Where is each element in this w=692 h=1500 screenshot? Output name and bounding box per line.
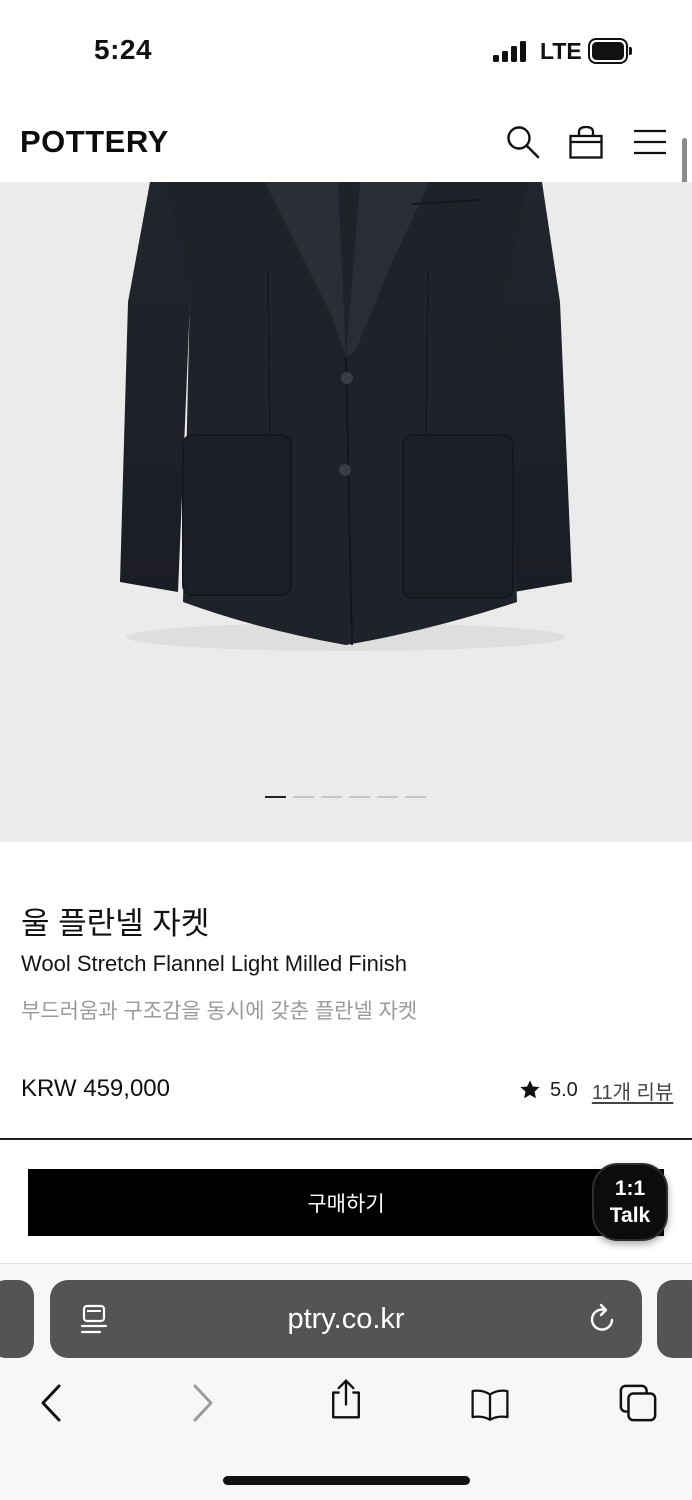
browser-toolbar: ptry.co.kr — [0, 1263, 692, 1500]
back-icon[interactable] — [32, 1382, 72, 1424]
reload-icon[interactable] — [588, 1303, 618, 1335]
forward-icon[interactable] — [182, 1382, 222, 1424]
network-type: LTE — [540, 38, 582, 64]
rating: 5.0 11개 리뷰 — [519, 1076, 674, 1105]
talk-chat-button[interactable]: 1:1 Talk — [592, 1163, 668, 1241]
bookmarks-icon[interactable] — [470, 1384, 510, 1426]
status-time: 5:24 — [94, 34, 153, 65]
product-image[interactable] — [0, 182, 692, 842]
product-title: 울 플란넬 자켓 — [21, 906, 210, 941]
talk-label-line2: Talk — [609, 1204, 651, 1227]
jacket-illustration — [120, 182, 572, 651]
logo[interactable]: POTTERY — [20, 124, 169, 160]
address-bar[interactable]: ptry.co.kr — [50, 1280, 642, 1358]
carousel-dot[interactable] — [293, 796, 314, 798]
site-header: POTTERY — [0, 100, 692, 182]
carousel-dot[interactable] — [377, 796, 398, 798]
product-price: KRW 459,000 — [21, 1075, 170, 1102]
battery-icon — [588, 38, 632, 64]
buy-button[interactable]: 구매하기 — [28, 1169, 664, 1236]
url-text[interactable]: ptry.co.kr — [50, 1280, 642, 1358]
menu-icon[interactable] — [632, 124, 668, 160]
review-link[interactable]: 11개 리뷰 — [592, 1076, 674, 1105]
status-bar: 5:24 LTE — [0, 0, 692, 100]
share-icon[interactable] — [326, 1378, 366, 1420]
carousel-dot[interactable] — [349, 796, 370, 798]
tabs-icon[interactable] — [618, 1382, 658, 1424]
star-icon — [520, 1080, 540, 1099]
carousel-dot[interactable] — [265, 796, 286, 798]
home-indicator — [223, 1476, 470, 1485]
product-description: 부드러움과 구조감을 동시에 갖춘 플란넬 자켓 — [21, 1000, 418, 1023]
previous-tab-preview[interactable] — [0, 1280, 34, 1358]
signal-icon — [493, 40, 529, 62]
talk-label-line1: 1:1 — [614, 1177, 646, 1200]
product-subtitle: Wool Stretch Flannel Light Milled Finish — [21, 951, 407, 976]
rating-score: 5.0 — [550, 1078, 578, 1101]
divider — [0, 1138, 692, 1140]
shopping-bag-icon[interactable] — [568, 124, 604, 160]
carousel-dot[interactable] — [405, 796, 426, 798]
carousel-dot[interactable] — [321, 796, 342, 798]
next-tab-preview[interactable] — [657, 1280, 692, 1358]
search-icon[interactable] — [505, 124, 541, 160]
